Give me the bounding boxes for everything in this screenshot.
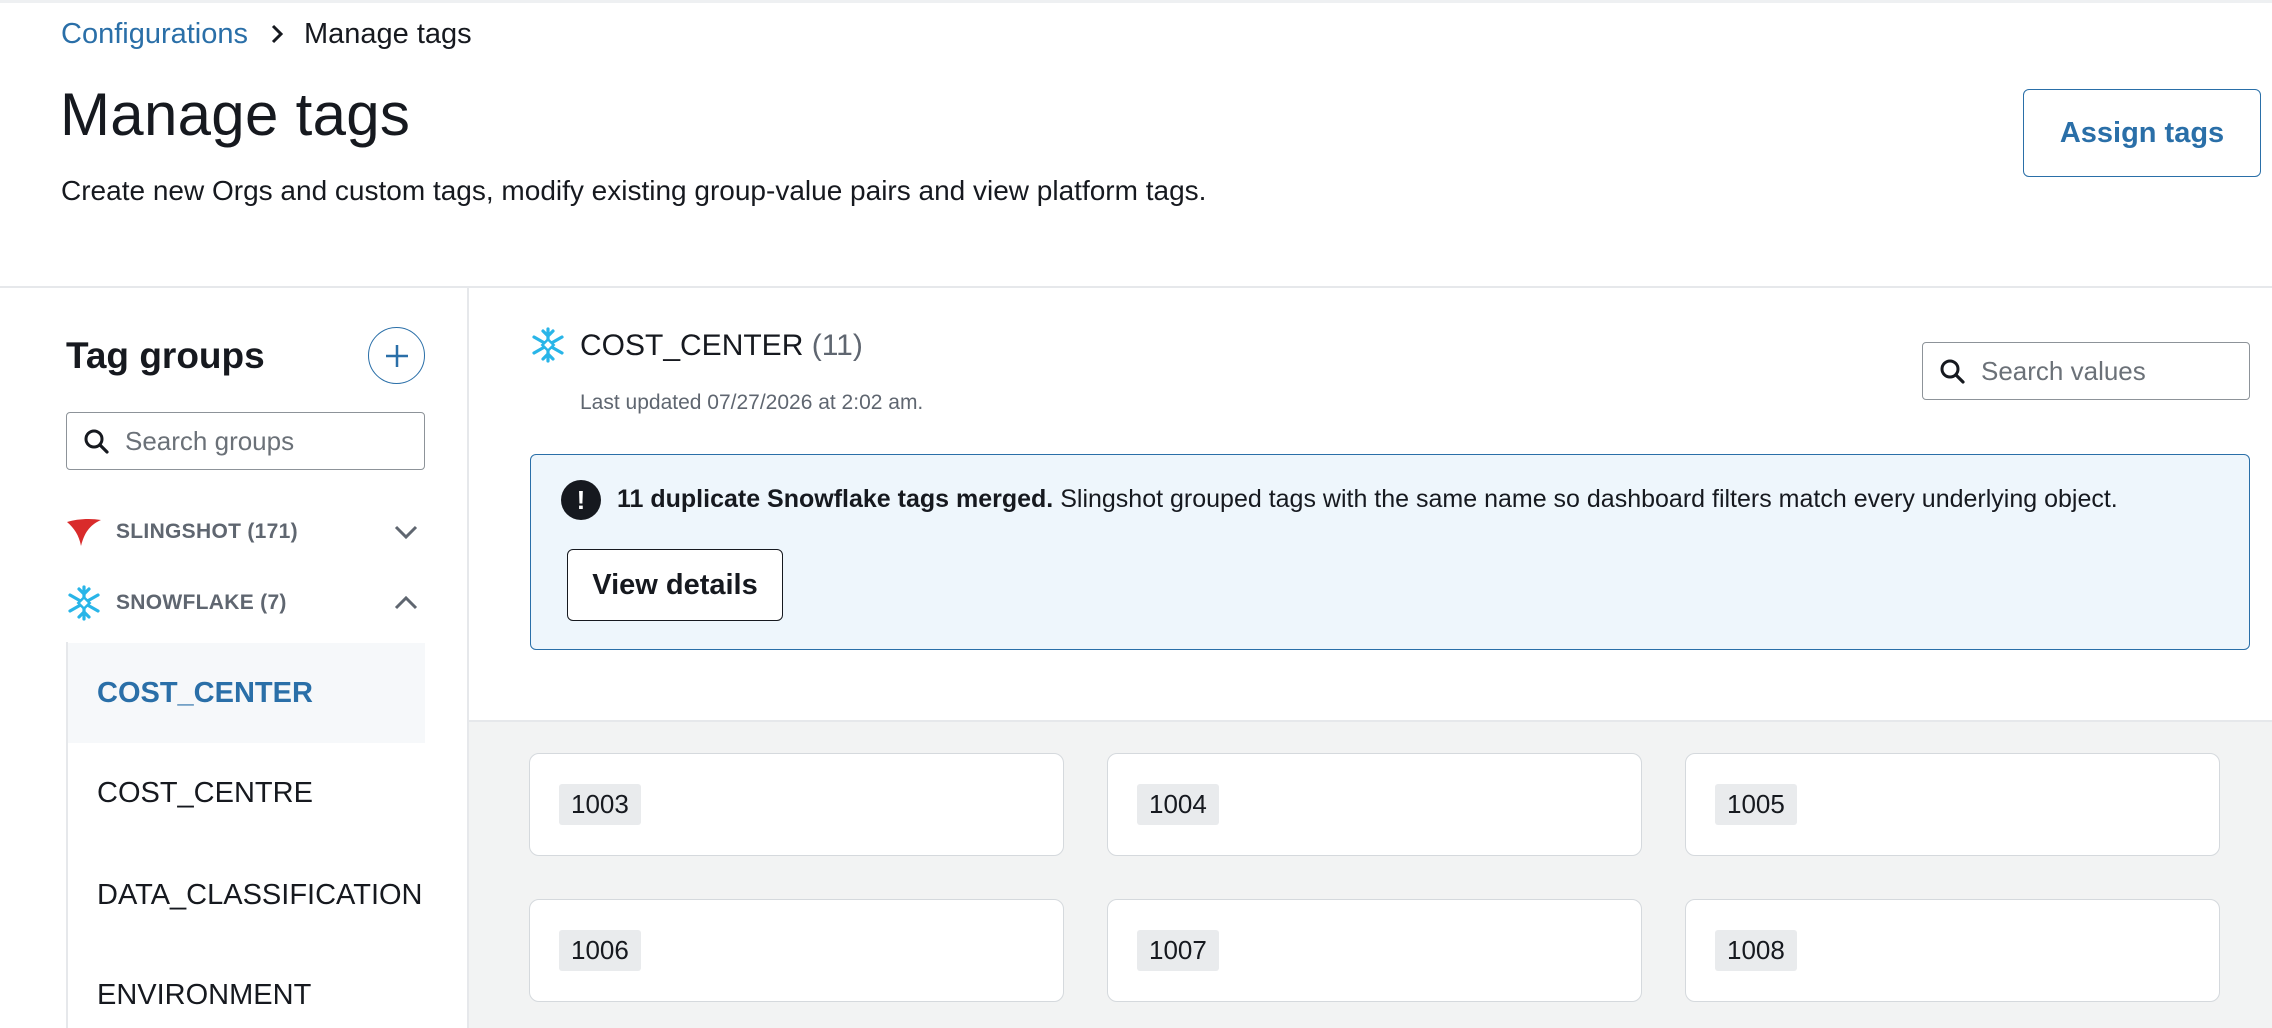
value-chip: 1003 xyxy=(559,784,641,825)
value-card[interactable]: 1006 xyxy=(529,899,1064,1002)
tag-title: COST_CENTER (11) xyxy=(580,329,863,363)
value-chip: 1004 xyxy=(1137,784,1219,825)
alert-message: 11 duplicate Snowflake tags merged. Slin… xyxy=(617,485,2118,514)
exclamation-icon: ! xyxy=(561,480,601,520)
snowflake-icon xyxy=(532,327,564,363)
tag-name: COST_CENTER xyxy=(580,329,804,362)
breadcrumb-current: Manage tags xyxy=(304,17,472,50)
value-card[interactable]: 1004 xyxy=(1107,753,1642,856)
search-groups-field[interactable] xyxy=(66,412,425,470)
tag-item-data-classification[interactable]: DATA_CLASSIFICATION xyxy=(68,845,425,945)
value-card[interactable]: 1008 xyxy=(1685,899,2220,1002)
value-chip: 1008 xyxy=(1715,930,1797,971)
page-description: Create new Orgs and custom tags, modify … xyxy=(61,175,1207,206)
tag-groups-title: Tag groups xyxy=(66,335,265,376)
assign-tags-button[interactable]: Assign tags xyxy=(2023,89,2261,177)
top-border xyxy=(0,0,2272,3)
values-grid: 1003 1004 1005 1006 1007 1008 xyxy=(469,720,2272,1028)
tag-item-cost-center[interactable]: COST_CENTER xyxy=(68,643,425,743)
plus-icon xyxy=(385,344,408,367)
chevron-up-icon[interactable] xyxy=(391,588,421,618)
slingshot-logo-icon xyxy=(67,518,101,546)
search-groups-input[interactable] xyxy=(125,425,385,457)
snowflake-icon xyxy=(68,585,100,621)
group-row-slingshot[interactable]: SLINGSHOT (171) xyxy=(66,507,425,557)
search-values-input[interactable] xyxy=(1981,355,2241,387)
tag-item-cost-centre[interactable]: COST_CENTRE xyxy=(68,743,425,843)
tag-item-environment[interactable]: ENVIRONMENT xyxy=(68,945,425,1028)
search-icon xyxy=(1940,359,1965,384)
search-values-field[interactable] xyxy=(1922,342,2250,400)
breadcrumb: Configurations Manage tags xyxy=(61,14,472,54)
value-card[interactable]: 1007 xyxy=(1107,899,1642,1002)
value-chip: 1007 xyxy=(1137,930,1219,971)
tag-count: (11) xyxy=(811,329,863,362)
value-chip: 1005 xyxy=(1715,784,1797,825)
page-title: Manage tags xyxy=(60,81,411,148)
chevron-right-icon xyxy=(270,24,284,44)
alert-body-text: Slingshot grouped tags with the same nam… xyxy=(1053,485,2118,513)
view-details-button[interactable]: View details xyxy=(567,549,783,621)
chevron-down-icon[interactable] xyxy=(391,517,421,547)
breadcrumb-configurations-link[interactable]: Configurations xyxy=(61,18,248,51)
add-tag-group-button[interactable] xyxy=(368,327,425,384)
group-label-slingshot: SLINGSHOT (171) xyxy=(116,520,298,543)
last-updated-text: Last updated 07/27/2026 at 2:02 am. xyxy=(580,391,924,414)
value-chip: 1006 xyxy=(559,930,641,971)
header-divider xyxy=(0,286,2272,288)
merge-info-alert: ! 11 duplicate Snowflake tags merged. Sl… xyxy=(530,454,2250,650)
alert-bold-text: 11 duplicate Snowflake tags merged. xyxy=(617,485,1054,513)
search-icon xyxy=(84,429,109,454)
group-label-snowflake: SNOWFLAKE (7) xyxy=(116,591,287,614)
value-card[interactable]: 1005 xyxy=(1685,753,2220,856)
value-card[interactable]: 1003 xyxy=(529,753,1064,856)
group-row-snowflake[interactable]: SNOWFLAKE (7) xyxy=(66,578,425,628)
